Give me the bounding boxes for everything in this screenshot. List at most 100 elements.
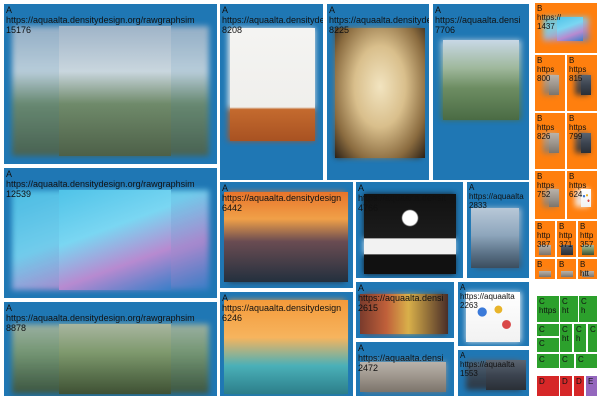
treemap-cell: Ch: [537, 324, 559, 336]
treemap-cell: Chttps: [537, 296, 559, 322]
cell-url: https://aquaalta: [469, 192, 524, 201]
cell-group: B: [569, 56, 575, 65]
treemap-cell: Ahttps://aquaalta.densi 2472: [356, 342, 454, 396]
cell-url: http: [537, 231, 551, 240]
treemap-cell: D: [574, 376, 584, 396]
cell-url: https://aquaalta.densitydesign.org: [222, 15, 323, 25]
treemap-cell: D: [560, 376, 572, 396]
cell-url: ht: [562, 334, 569, 343]
treemap-cell: Bhttps 752: [535, 171, 565, 219]
cell-group: D: [562, 377, 568, 386]
treemap-cell: Ahttps://aquaalta.densitydesign.org/rawg…: [4, 302, 217, 396]
treemap-cell: Ahttps://aquaalta 2833: [467, 182, 529, 278]
image-thumbnail: [539, 271, 551, 277]
image-thumbnail: [364, 194, 456, 274]
treemap-cell: Cht: [560, 324, 572, 352]
cell-label: Ahttps://aquaalta.densi 7706: [435, 5, 529, 35]
treemap-cell: Ahttps://aquaalta.densitydesign.org/rawg…: [4, 4, 217, 164]
cell-group: A: [6, 303, 13, 313]
treemap-cell: Ahttps://aquaalta.densitydesign 6246: [220, 292, 353, 396]
image-thumbnail: [486, 360, 526, 390]
image-thumbnail: [360, 362, 446, 392]
treemap-cell: B: [535, 259, 555, 279]
cell-label: Chttps: [539, 297, 559, 315]
cell-label: Ch: [581, 297, 597, 315]
cell-group: A: [6, 169, 13, 179]
treemap-cell: Ch: [574, 324, 586, 352]
treemap-cell: Bhttps 800: [535, 55, 565, 111]
cell-group: B: [580, 222, 586, 231]
treemap-cell: C: [576, 354, 597, 368]
image-thumbnail: [335, 28, 425, 158]
cell-group: B: [559, 222, 565, 231]
cell-group: B: [537, 56, 543, 65]
image-thumbnail: [230, 28, 315, 141]
cell-url: https: [569, 65, 587, 74]
treemap-cell: Bhttps://1437: [535, 3, 597, 53]
image-thumbnail: [539, 245, 551, 255]
cell-group: C: [578, 355, 584, 364]
treemap-cell: Bhttp 387: [535, 221, 555, 257]
cell-group: B: [537, 4, 543, 13]
image-thumbnail: [561, 271, 573, 277]
cell-group: A: [460, 351, 466, 360]
treemap-cell: C: [537, 354, 559, 368]
cell-group: B: [569, 172, 575, 181]
image-thumbnail: [360, 294, 448, 334]
cell-group: B: [537, 260, 543, 269]
cell-group: E: [588, 377, 594, 386]
cell-label: C: [578, 355, 597, 364]
treemap-cell: Ahttps://aquaalta.densitydesign.org8225: [327, 4, 429, 180]
treemap-cell: B: [557, 259, 576, 279]
cell-group: C: [581, 297, 587, 306]
treemap-cell: Ahttps://aquaalta.densi 7706: [433, 4, 529, 180]
treemap-cell: C: [560, 354, 574, 368]
image-thumbnail: [466, 292, 520, 342]
cell-group: A: [222, 5, 229, 15]
cell-url: ht: [562, 306, 569, 315]
cell-group: C: [539, 297, 545, 306]
image-thumbnail: [224, 300, 348, 394]
cell-group: A: [329, 5, 336, 15]
cell-group: B: [537, 172, 543, 181]
cell-group: B: [559, 260, 565, 269]
cell-value: 262: [580, 278, 597, 279]
image-thumbnail: [561, 245, 573, 255]
cell-group: A: [469, 183, 475, 192]
cell-label: D: [539, 377, 559, 386]
image-thumbnail: [59, 324, 171, 394]
cell-url: h: [581, 306, 586, 315]
cell-group: B: [580, 260, 586, 269]
cell-group: C: [539, 339, 545, 348]
cell-group: A: [358, 183, 365, 193]
cell-url: https://aquaalta.densitydesign.org: [329, 15, 429, 25]
cell-label: C: [539, 355, 559, 364]
cell-label: Ch: [576, 325, 586, 343]
cell-group: A: [6, 5, 13, 15]
cell-label: Cht: [562, 325, 572, 343]
cell-group: B: [537, 114, 543, 123]
image-thumbnail: [582, 271, 594, 277]
cell-group: C: [539, 325, 545, 334]
cell-label: C: [562, 355, 574, 364]
cell-group: D: [539, 377, 545, 386]
cell-group: B: [537, 222, 543, 231]
cell-url: https: [537, 123, 555, 132]
treemap-chart: Ahttps://aquaalta.densitydesign.org/rawg…: [0, 0, 600, 400]
image-thumbnail: [557, 17, 583, 41]
treemap-cell: Bhttp 357: [578, 221, 597, 257]
cell-url: https://aquaalta.densitydesign.org/rawgr…: [6, 15, 195, 25]
cell-group: C: [576, 325, 582, 334]
treemap-cell: Bhttps 624: [567, 171, 597, 219]
treemap-cell: C: [537, 338, 559, 352]
image-thumbnail: [581, 75, 591, 95]
treemap-cell: Ahttps://aquaalta.densitydesign.org/rawg…: [4, 168, 217, 298]
cell-url: https: [569, 123, 587, 132]
cell-label: D: [562, 377, 572, 386]
treemap-cell: Bhttp 371: [557, 221, 576, 257]
image-thumbnail: [549, 133, 559, 153]
treemap-cell: Ahttps://aquaalta.densit 4766: [356, 182, 463, 278]
treemap-cell: Bhttps 815: [567, 55, 597, 111]
cell-group: A: [358, 343, 365, 353]
treemap-cell: E: [586, 376, 597, 396]
